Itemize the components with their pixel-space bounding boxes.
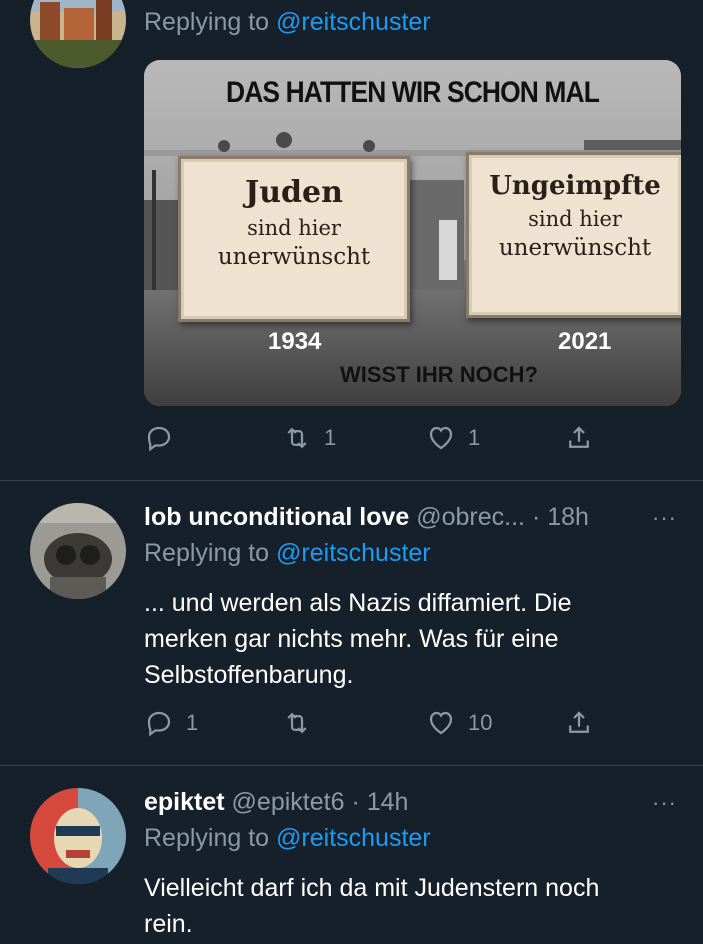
- replying-handle-link[interactable]: @reitschuster: [276, 539, 431, 567]
- like-button[interactable]: 10: [426, 703, 492, 743]
- avatar-image: [30, 503, 126, 599]
- replying-label: Replying to: [144, 8, 270, 36]
- heart-icon: [429, 711, 453, 735]
- avatar[interactable]: [30, 503, 126, 599]
- reply-icon: [147, 426, 171, 452]
- replying-label: Replying to: [144, 824, 270, 852]
- like-count: 1: [468, 425, 481, 450]
- avatar[interactable]: [30, 788, 126, 884]
- display-name[interactable]: epiktet: [144, 788, 225, 816]
- tweet-text-line: rein.: [144, 910, 193, 938]
- share-icon: [569, 711, 589, 733]
- sign-left: Juden sind hier unerwünscht: [178, 156, 410, 322]
- reply-button[interactable]: [144, 418, 186, 458]
- sign-right-line1: Ungeimpfte: [489, 171, 661, 201]
- tweet-header: epiktet @epiktet6 · 14h: [144, 788, 408, 817]
- retweet-count: 1: [324, 425, 337, 450]
- replying-handle-link[interactable]: @reitschuster: [276, 8, 431, 36]
- avatar-image: [30, 788, 126, 884]
- timestamp[interactable]: · 18h: [532, 503, 589, 531]
- avatar-image: [30, 0, 126, 68]
- tweet-text-line: ... und werden als Nazis diffamiert. Die: [144, 589, 572, 617]
- tweet-3[interactable]: epiktet @epiktet6 · 14h ··· Replying to …: [0, 766, 703, 944]
- sign-right-line3: unerwünscht: [498, 235, 652, 261]
- tweet-1[interactable]: Replying to @reitschuster DAS HATTEN WIR…: [0, 0, 703, 480]
- year-left: 1934: [268, 328, 322, 355]
- retweet-icon: [287, 427, 307, 449]
- sign-right-line2: sind hier: [528, 207, 622, 231]
- like-count: 10: [468, 710, 493, 735]
- tweet-image[interactable]: DAS HATTEN WIR SCHON MAL Juden sind hier…: [144, 60, 681, 406]
- share-icon: [569, 426, 589, 448]
- reply-icon: [147, 711, 171, 737]
- share-button[interactable]: [564, 703, 606, 743]
- like-button[interactable]: 1: [426, 418, 480, 458]
- tweet-text-line: merken gar nichts mehr. Was für eine: [144, 625, 559, 653]
- year-right: 2021: [558, 328, 612, 355]
- heart-icon: [429, 426, 453, 450]
- share-button[interactable]: [564, 418, 606, 458]
- image-caption: WISST IHR NOCH?: [340, 362, 538, 387]
- reply-count: 1: [186, 710, 199, 735]
- tweet-text: Vielleicht darf ich da mit Judenstern no…: [144, 870, 684, 942]
- display-name[interactable]: lob unconditional love: [144, 503, 409, 531]
- tweet-actions: 1 1: [144, 418, 664, 458]
- tweet-text-line: Vielleicht darf ich da mit Judenstern no…: [144, 874, 600, 902]
- more-options-icon[interactable]: ···: [652, 505, 677, 531]
- more-options-icon[interactable]: ···: [652, 790, 677, 816]
- replying-handle-link[interactable]: @reitschuster: [276, 824, 431, 852]
- reply-button[interactable]: 1: [144, 703, 198, 743]
- avatar[interactable]: [30, 0, 126, 68]
- sign-left-line3: unerwünscht: [217, 244, 371, 270]
- replying-to: Replying to @reitschuster: [144, 8, 431, 37]
- user-handle[interactable]: @epiktet6: [232, 788, 345, 816]
- tweet-2[interactable]: lob unconditional love @obrec... · 18h ·…: [0, 481, 703, 765]
- sign-right: Ungeimpfte sind hier unerwünscht: [466, 152, 681, 318]
- replying-label: Replying to: [144, 539, 270, 567]
- tweet-text-line: Selbstoffenbarung.: [144, 661, 354, 689]
- replying-to: Replying to @reitschuster: [144, 824, 431, 853]
- retweet-icon: [287, 712, 307, 734]
- user-handle[interactable]: @obrec...: [416, 503, 525, 531]
- image-headline: DAS HATTEN WIR SCHON MAL: [226, 76, 600, 109]
- tweet-actions: 1 10: [144, 703, 664, 743]
- sign-left-line2: sind hier: [247, 216, 341, 240]
- replying-to: Replying to @reitschuster: [144, 539, 431, 568]
- timestamp[interactable]: · 14h: [351, 788, 408, 816]
- retweet-button[interactable]: [282, 703, 324, 743]
- retweet-button[interactable]: 1: [282, 418, 336, 458]
- tweet-header: lob unconditional love @obrec... · 18h: [144, 503, 589, 532]
- tweet-text: ... und werden als Nazis diffamiert. Die…: [144, 585, 684, 693]
- sign-left-line1: Juden: [245, 175, 343, 210]
